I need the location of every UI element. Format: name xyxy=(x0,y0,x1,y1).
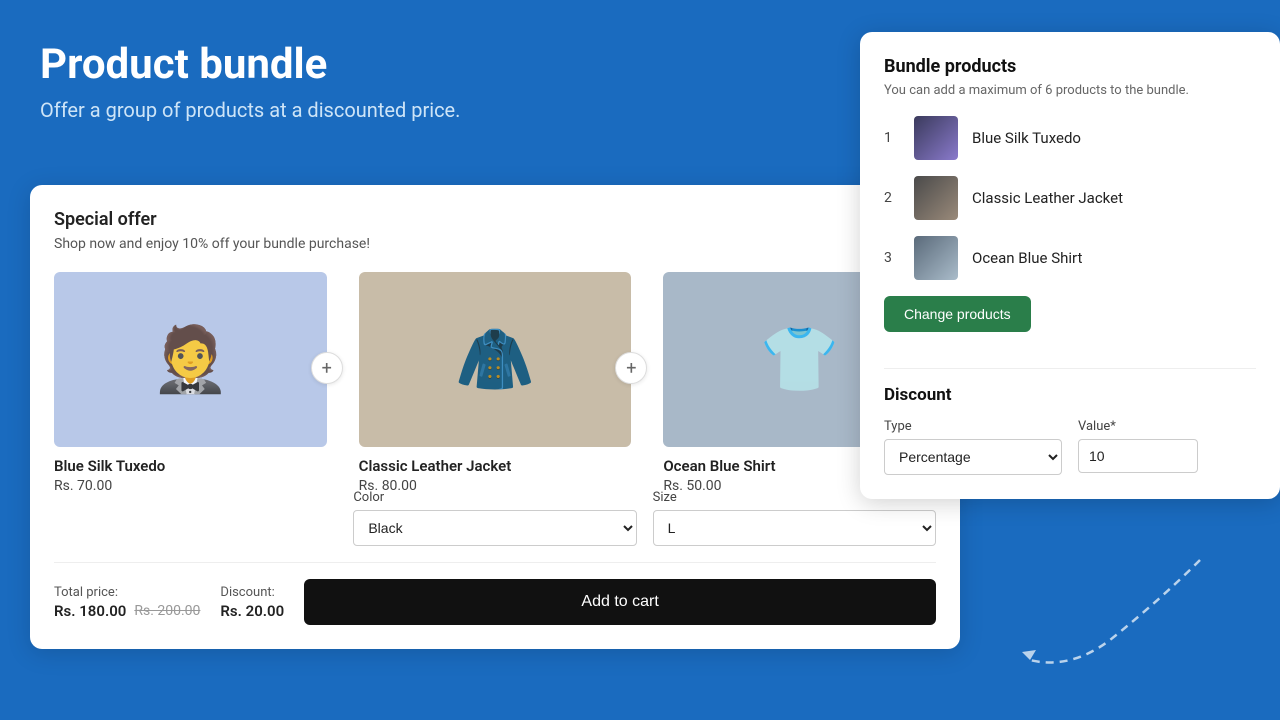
discount-value-label: Value* xyxy=(1078,419,1256,434)
bundle-panel-subtitle: You can add a maximum of 6 products to t… xyxy=(884,83,1256,98)
bundle-item-2-num: 2 xyxy=(884,190,900,206)
discount-section: Discount: Rs. 20.00 xyxy=(220,585,284,620)
discount-label: Discount: xyxy=(220,585,284,600)
bundle-item-3-num: 3 xyxy=(884,250,900,266)
discount-value-field: Value* xyxy=(1078,419,1256,475)
product-item-jacket: 🧥 Classic Leather Jacket Rs. 80.00 + xyxy=(359,272,632,494)
hero-title: Product bundle xyxy=(40,40,460,90)
bundle-item-1-num: 1 xyxy=(884,130,900,146)
product-image-tuxedo: 🤵 xyxy=(54,272,327,447)
product-item-tuxedo: 🤵 Blue Silk Tuxedo Rs. 70.00 + xyxy=(54,272,327,494)
change-products-button[interactable]: Change products xyxy=(884,296,1031,332)
discount-value-input[interactable] xyxy=(1078,439,1198,473)
divider xyxy=(884,368,1256,369)
product-price-jacket: Rs. 80.00 xyxy=(359,478,632,494)
total-label: Total price: xyxy=(54,585,200,600)
bundle-panel: Bundle products You can add a maximum of… xyxy=(860,32,1280,499)
total-prices: Rs. 180.00 Rs. 200.00 xyxy=(54,602,200,620)
bundle-item-3: 3 Ocean Blue Shirt xyxy=(884,236,1256,280)
bundle-item-2-name: Classic Leather Jacket xyxy=(972,189,1123,207)
plus-icon-1: + xyxy=(311,352,343,384)
discount-heading: Discount xyxy=(884,385,1256,405)
original-price: Rs. 200.00 xyxy=(134,603,200,619)
plus-icon-2: + xyxy=(615,352,647,384)
discount-panel: Discount Type Percentage Fixed amount Va… xyxy=(884,385,1256,475)
add-to-cart-button[interactable]: Add to cart xyxy=(304,579,936,625)
discount-fields: Type Percentage Fixed amount Value* xyxy=(884,419,1256,475)
hero-subtitle: Offer a group of products at a discounte… xyxy=(40,98,460,122)
product-image-jacket: 🧥 xyxy=(359,272,632,447)
bottom-bar: Total price: Rs. 180.00 Rs. 200.00 Disco… xyxy=(54,562,936,625)
size-select[interactable]: XS S M L XL XXL xyxy=(653,510,936,546)
special-offer-title: Special offer xyxy=(54,209,936,230)
discount-type-field: Type Percentage Fixed amount xyxy=(884,419,1062,475)
bundle-panel-title: Bundle products xyxy=(884,56,1256,77)
product-name-tuxedo: Blue Silk Tuxedo xyxy=(54,457,327,475)
product-name-jacket: Classic Leather Jacket xyxy=(359,457,632,475)
color-variant-group: Color Black White Brown Navy xyxy=(353,490,636,546)
total-price-section: Total price: Rs. 180.00 Rs. 200.00 xyxy=(54,585,200,620)
discount-type-select[interactable]: Percentage Fixed amount xyxy=(884,439,1062,475)
bundle-item-1-name: Blue Silk Tuxedo xyxy=(972,129,1081,147)
products-row: 🤵 Blue Silk Tuxedo Rs. 70.00 + 🧥 Classic… xyxy=(54,272,936,494)
main-card: Special offer Shop now and enjoy 10% off… xyxy=(30,185,960,649)
bundle-item-2: 2 Classic Leather Jacket xyxy=(884,176,1256,220)
bundle-item-3-name: Ocean Blue Shirt xyxy=(972,249,1082,267)
current-price: Rs. 180.00 xyxy=(54,602,126,620)
discount-amount: Rs. 20.00 xyxy=(220,602,284,620)
bundle-thumb-jacket xyxy=(914,176,958,220)
bundle-item-1: 1 Blue Silk Tuxedo xyxy=(884,116,1256,160)
hero-text-block: Product bundle Offer a group of products… xyxy=(40,40,460,122)
discount-type-label: Type xyxy=(884,419,1062,434)
color-select[interactable]: Black White Brown Navy xyxy=(353,510,636,546)
bundle-thumb-shirt xyxy=(914,236,958,280)
product-price-tuxedo: Rs. 70.00 xyxy=(54,478,327,494)
bundle-thumb-tuxedo xyxy=(914,116,958,160)
special-offer-description: Shop now and enjoy 10% off your bundle p… xyxy=(54,236,936,252)
